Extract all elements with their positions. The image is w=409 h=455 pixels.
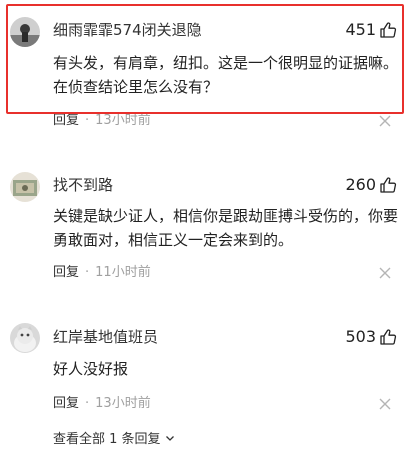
reply-button[interactable]: 回复 bbox=[53, 395, 79, 413]
separator: · bbox=[85, 396, 90, 411]
comment-time: 13小时前 bbox=[95, 113, 151, 128]
highlight-box bbox=[6, 4, 404, 114]
close-icon[interactable] bbox=[379, 115, 391, 127]
comment-text: 好人没好报 bbox=[53, 360, 129, 378]
avatar[interactable] bbox=[10, 172, 40, 202]
avatar[interactable] bbox=[10, 323, 40, 353]
chevron-down-icon bbox=[165, 435, 174, 441]
close-icon[interactable] bbox=[379, 398, 391, 410]
comment-item: 找不到路 260 关键是缺少证人，相信你是跟劫匪搏斗受伤的，你要勇敢面对，相信正… bbox=[0, 160, 409, 290]
like-button[interactable]: 260 bbox=[345, 175, 397, 195]
comment-username[interactable]: 红岸基地值班员 bbox=[53, 327, 158, 347]
comment-time: 13小时前 bbox=[95, 396, 151, 411]
comment-text: 关键是缺少证人，相信你是跟劫匪搏斗受伤的，你要勇敢面对，相信正义一定会来到的。 bbox=[53, 207, 399, 249]
comment-meta: 回复 · 13小时前 bbox=[53, 395, 151, 413]
reply-button[interactable]: 回复 bbox=[53, 112, 79, 130]
comment-time: 11小时前 bbox=[95, 265, 151, 280]
comment-meta: 回复 · 11小时前 bbox=[53, 264, 151, 282]
thumbs-up-icon bbox=[380, 177, 397, 193]
view-all-replies-link[interactable]: 查看全部 1 条回复 bbox=[53, 428, 175, 447]
view-all-replies-label: 查看全部 1 条回复 bbox=[53, 432, 161, 447]
separator: · bbox=[85, 113, 90, 128]
close-icon[interactable] bbox=[379, 267, 391, 279]
thumbs-up-icon bbox=[380, 329, 397, 345]
like-button[interactable]: 503 bbox=[345, 327, 397, 347]
comment-meta: 回复 · 13小时前 bbox=[53, 112, 151, 130]
like-count: 503 bbox=[345, 327, 376, 346]
comment-username[interactable]: 找不到路 bbox=[53, 175, 113, 195]
reply-button[interactable]: 回复 bbox=[53, 264, 79, 282]
separator: · bbox=[85, 265, 90, 280]
like-count: 260 bbox=[345, 175, 376, 194]
